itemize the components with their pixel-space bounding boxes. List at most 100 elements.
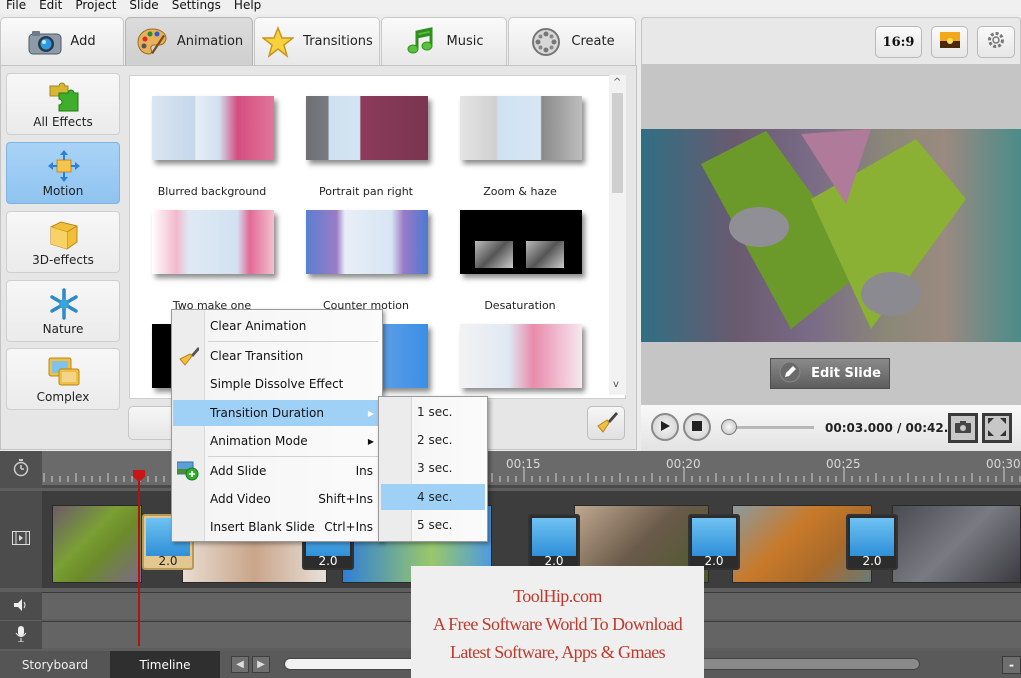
tab-create[interactable]: Create xyxy=(508,17,636,65)
effect-thumb-desaturation[interactable] xyxy=(460,210,582,274)
pencil-icon xyxy=(779,361,801,387)
slide-clip[interactable] xyxy=(892,505,1021,583)
category-complex[interactable]: Complex xyxy=(6,348,120,410)
dissolve-transition-icon xyxy=(692,518,736,556)
video-track-header xyxy=(0,491,42,588)
move-arrows-icon xyxy=(47,149,81,183)
transition-duration: 2.0 xyxy=(318,554,338,568)
scroll-right-button[interactable]: ▶ xyxy=(252,656,270,673)
menu-file[interactable]: File xyxy=(0,0,33,14)
transition-item[interactable]: 2.0 xyxy=(528,514,580,570)
camera-icon xyxy=(28,25,62,59)
gear-icon xyxy=(985,29,1007,55)
menu-project[interactable]: Project xyxy=(69,0,123,14)
transition-duration-submenu: 1 sec. 2 sec. 3 sec. 4 sec. 5 sec. xyxy=(378,396,488,542)
aspect-ratio-button[interactable]: 16:9 xyxy=(875,26,922,58)
scroll-left-button[interactable]: ◀ xyxy=(231,656,249,673)
scroll-down-icon[interactable]: v xyxy=(613,379,619,390)
microphone-icon xyxy=(15,625,27,645)
play-icon xyxy=(659,420,671,435)
submenu-item-5-sec[interactable]: 5 sec. xyxy=(381,512,485,538)
category-3d-effects[interactable]: 3D-effects xyxy=(6,211,120,273)
submenu-item-4-sec[interactable]: 4 sec. xyxy=(381,484,485,510)
gallery-scrollbar[interactable]: ^ v xyxy=(609,75,626,395)
slide-clip[interactable] xyxy=(52,505,142,583)
submenu-item-label: 3 sec. xyxy=(417,461,453,475)
background-button[interactable] xyxy=(931,26,968,58)
seek-slider-knob[interactable] xyxy=(720,419,737,435)
transition-duration: 2.0 xyxy=(862,554,882,568)
submenu-item-label: 2 sec. xyxy=(417,433,453,447)
menu-item-label: Transition Duration xyxy=(210,406,324,420)
transition-item[interactable]: 2.0 xyxy=(846,514,898,570)
scroll-up-icon[interactable]: ^ xyxy=(613,77,621,88)
tab-music[interactable]: Music xyxy=(381,17,507,65)
zoom-out-button[interactable]: - xyxy=(1002,656,1021,674)
menu-separator xyxy=(208,456,378,457)
preview-toolbar: 16:9 xyxy=(641,17,1021,65)
menu-item-clear-transition[interactable]: Clear Transition xyxy=(173,343,382,369)
menu-slide[interactable]: Slide xyxy=(123,0,165,14)
menu-item-simple-dissolve[interactable]: Simple Dissolve Effect xyxy=(173,371,382,397)
scrollbar-thumb[interactable] xyxy=(285,659,425,669)
category-3d-effects-label: 3D-effects xyxy=(32,253,94,267)
menu-item-insert-blank-slide[interactable]: Insert Blank Slide Ctrl+Ins xyxy=(173,514,382,540)
fullscreen-button[interactable] xyxy=(982,413,1012,443)
watermark-line: A Free Software World To Download xyxy=(432,614,683,634)
playhead-line[interactable] xyxy=(138,470,140,646)
category-motion[interactable]: Motion xyxy=(6,142,120,204)
effect-thumb-portrait-pan-right[interactable] xyxy=(306,96,428,160)
tab-storyboard[interactable]: Storyboard xyxy=(0,651,110,678)
watermark-line: Latest Software, Apps & Gmaes xyxy=(449,642,666,662)
effect-thumb-zoom-haze[interactable] xyxy=(460,96,582,160)
transition-item[interactable]: 2.0 xyxy=(688,514,740,570)
tab-timeline[interactable]: Timeline xyxy=(110,651,220,678)
menu-separator xyxy=(208,341,378,342)
menu-bar: File Edit Project Slide Settings Help xyxy=(0,0,1021,14)
radial-transition-icon xyxy=(850,518,894,556)
edit-slide-button[interactable]: Edit Slide xyxy=(770,358,890,389)
menu-item-add-video[interactable]: Add Video Shift+Ins xyxy=(173,486,382,512)
submenu-item-2-sec[interactable]: 2 sec. xyxy=(381,427,485,453)
snapshot-button[interactable] xyxy=(948,413,978,443)
ruler-label: 00:25 xyxy=(826,457,861,471)
player-controls: 00:03.000 / 00:42.000 xyxy=(641,405,1021,451)
submenu-item-label: 1 sec. xyxy=(417,405,453,419)
settings-button[interactable] xyxy=(977,26,1015,58)
add-image-icon xyxy=(176,461,199,481)
menu-item-add-slide[interactable]: Add Slide Ins xyxy=(173,458,382,484)
tab-transitions[interactable]: Transitions xyxy=(254,17,380,65)
effect-label: Portrait pan right xyxy=(319,185,413,198)
menu-item-label: Add Video xyxy=(210,492,271,506)
slide-preview-image[interactable] xyxy=(641,129,1021,342)
submenu-item-1-sec[interactable]: 1 sec. xyxy=(381,399,485,425)
watermark-line: ToolHip.com xyxy=(513,586,602,606)
seek-track[interactable] xyxy=(730,426,814,429)
effect-thumb-blurred-background[interactable] xyxy=(152,96,274,160)
menu-help[interactable]: Help xyxy=(228,0,268,14)
effect-thumb-counter-motion[interactable] xyxy=(306,210,428,274)
effect-label: Desaturation xyxy=(484,299,556,312)
menu-item-clear-animation[interactable]: Clear Animation xyxy=(173,313,382,339)
category-all-effects[interactable]: All Effects xyxy=(6,73,120,135)
play-button[interactable] xyxy=(651,413,679,441)
film-reel-icon xyxy=(529,25,563,59)
effect-thumb[interactable] xyxy=(460,324,582,388)
clear-effect-button[interactable] xyxy=(587,406,625,440)
menu-item-transition-duration[interactable]: Transition Duration ▶ xyxy=(173,400,382,426)
tab-animation[interactable]: Animation xyxy=(125,17,253,65)
submenu-item-3-sec[interactable]: 3 sec. xyxy=(381,455,485,481)
effect-thumb-two-make-one[interactable] xyxy=(152,210,274,274)
menu-settings[interactable]: Settings xyxy=(166,0,228,14)
stop-icon xyxy=(692,420,702,434)
category-complex-label: Complex xyxy=(36,390,90,404)
menu-item-label: Insert Blank Slide xyxy=(210,520,315,534)
stop-button[interactable] xyxy=(683,413,711,441)
menu-item-animation-mode[interactable]: Animation Mode ▶ xyxy=(173,428,382,454)
scrollbar-thumb[interactable] xyxy=(612,93,623,193)
category-nature[interactable]: Nature xyxy=(6,280,120,342)
menu-edit[interactable]: Edit xyxy=(33,0,69,14)
audio-track-header xyxy=(0,592,42,620)
transition-duration: 2.0 xyxy=(158,554,178,568)
tab-add[interactable]: Add xyxy=(0,17,124,65)
